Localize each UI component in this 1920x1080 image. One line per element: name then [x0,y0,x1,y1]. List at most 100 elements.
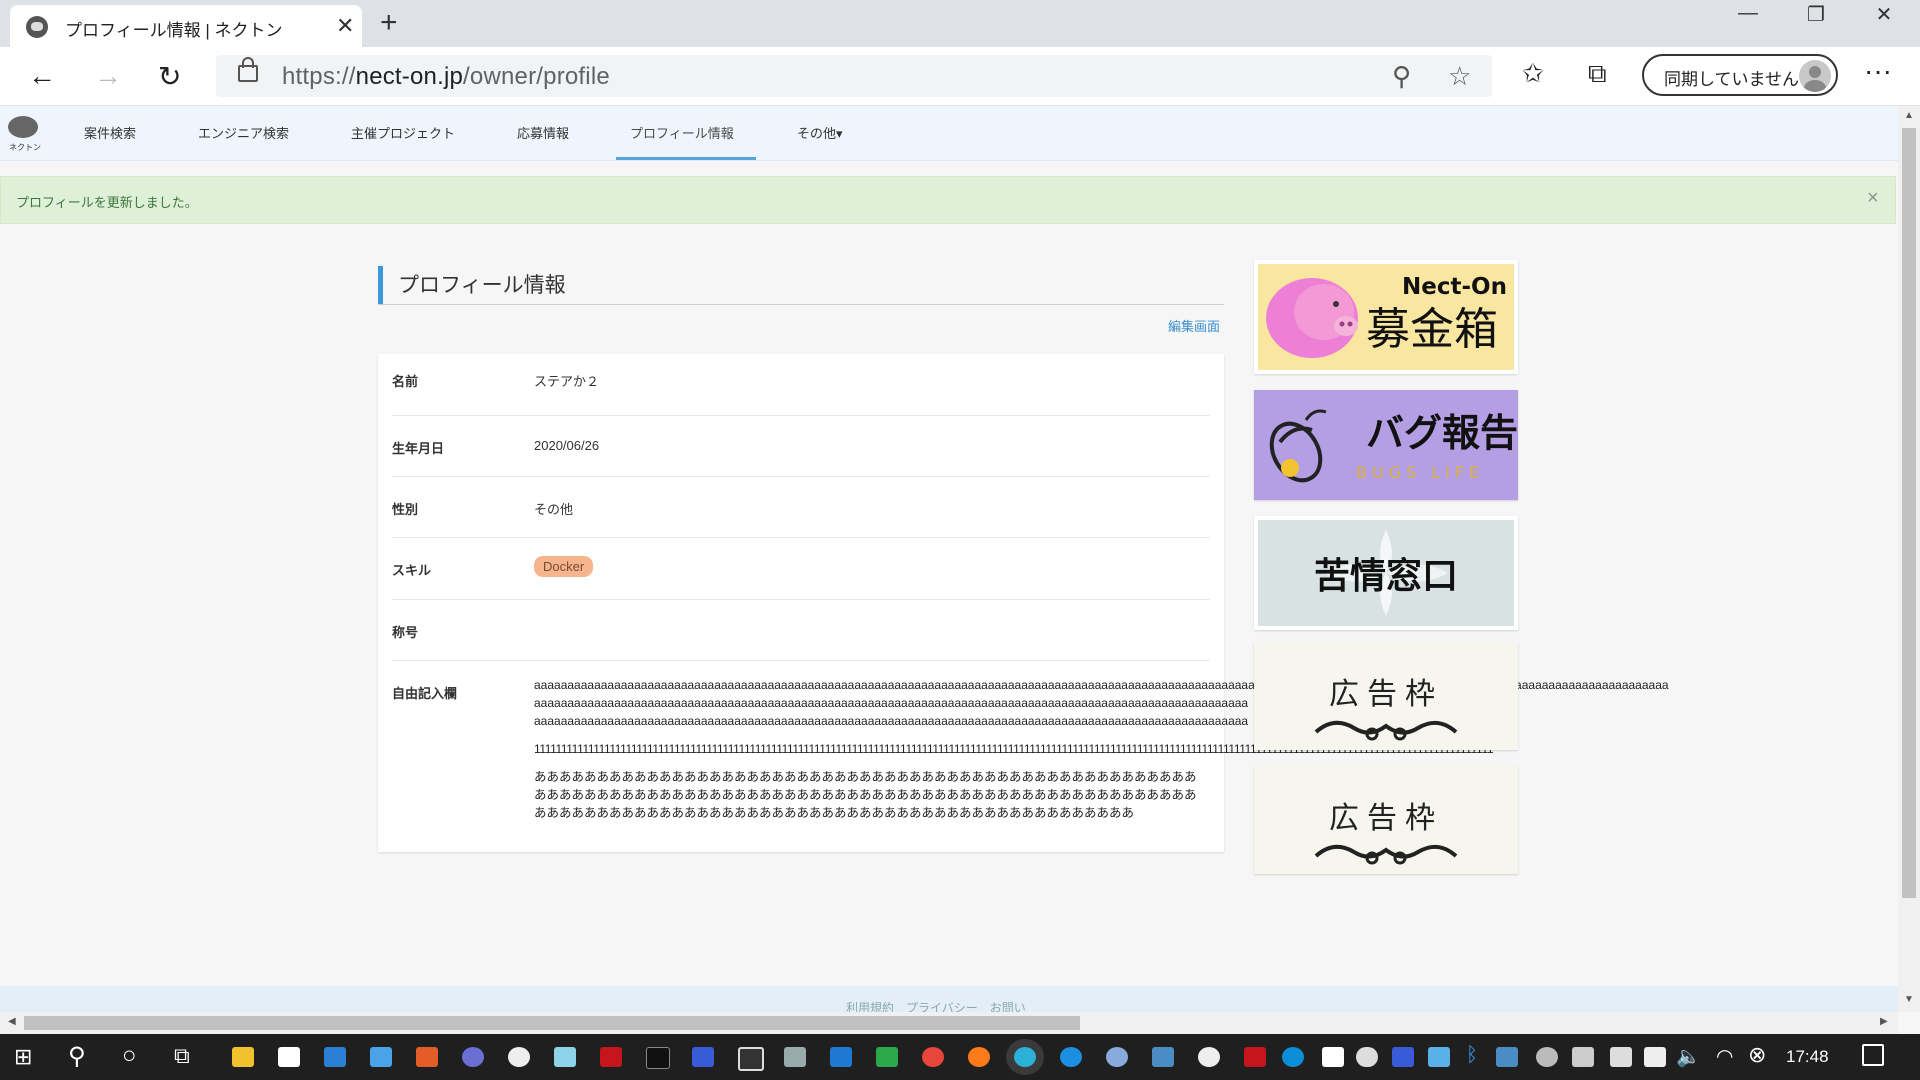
bug-banner-art: バグ報告 BUGS LIFE [1254,390,1518,500]
alert-message: プロフィールを更新しました。 [16,195,198,210]
profile-row-gender: 性別 その他 [392,476,1210,538]
notification-center-icon[interactable] [1862,1044,1884,1066]
zoom-icon[interactable]: ⚲ [1392,61,1411,92]
profile-row-skills: スキル Docker [392,537,1210,600]
nav-item-applications[interactable]: 応募情報 [517,123,569,142]
site-logo[interactable] [8,116,38,138]
site-navbar: ネクトン 案件検索 エンジニア検索 主催プロジェクト 応募情報 プロフィール情報… [0,106,1898,161]
nav-item-profile[interactable]: プロフィール情報 [630,123,734,142]
row-label: 生年月日 [392,441,445,456]
bluetooth-icon: ᛒ [1466,1044,1478,1066]
free-text-line: ああああああああああああああああああああああああああああああああああああああああ… [534,806,1135,820]
alert-close-icon[interactable]: × [1867,187,1879,210]
itunes-icon[interactable] [1198,1047,1220,1067]
ad-label: 広告枠 [1329,677,1443,712]
store-icon[interactable] [278,1047,300,1067]
app-icon[interactable] [600,1047,622,1067]
favorite-star-icon[interactable]: ☆ [1448,61,1471,92]
app-icon[interactable] [1244,1047,1266,1067]
more-menu-icon[interactable]: ··· [1864,55,1892,87]
profile-sync-button[interactable]: 同期していません [1642,54,1838,96]
windows-start-icon[interactable]: ⊞ [14,1044,32,1070]
skype-icon[interactable] [1282,1047,1304,1067]
site-logo-text: ネクトン [9,143,41,152]
scroll-left-icon[interactable]: ◀ [8,1016,16,1027]
nav-item-hosted[interactable]: 主催プロジェクト [351,123,455,142]
chrome-icon[interactable] [922,1047,944,1067]
terminal-icon[interactable] [646,1047,670,1069]
page-viewport: ネクトン 案件検索 エンジニア検索 主催プロジェクト 応募情報 プロフィール情報… [0,106,1898,1012]
free-text-line: ああああああああああああああああああああああああああああああああああああああああ… [534,788,1197,802]
close-circle-icon[interactable]: ⊗ [1748,1042,1766,1068]
nav-item-projects[interactable]: 案件検索 [84,123,136,142]
new-tab-icon[interactable]: + [380,6,398,40]
vertical-scroll-thumb[interactable] [1902,128,1916,898]
url-text[interactable]: https://nect-on.jp/owner/profile [282,63,610,91]
minimize-icon[interactable]: — [1728,2,1768,25]
battery-icon [1644,1047,1666,1067]
volume-icon[interactable]: 🔈 [1676,1044,1701,1069]
skill-badge: Docker [534,556,594,577]
task-view-icon[interactable]: ⧉ [174,1043,190,1069]
vertical-scrollbar[interactable]: ▲ ▼ [1898,106,1920,1012]
footer: 利用規約 プライバシー お問い [0,986,1898,1012]
cortana-icon[interactable]: ○ [122,1042,137,1070]
scroll-down-icon[interactable]: ▼ [1904,994,1914,1005]
app-icon[interactable] [416,1047,438,1067]
address-bar[interactable]: https://nect-on.jp/owner/profile ⚲ ☆ [216,55,1492,97]
edge-icon[interactable] [1014,1047,1036,1067]
tab-close-icon[interactable]: ✕ [336,13,354,39]
edit-link[interactable]: 編集画面 [1168,316,1220,335]
search-icon[interactable]: ⚲ [68,1042,86,1071]
app-icon[interactable] [876,1047,898,1067]
app-icon[interactable] [554,1047,576,1067]
nav-active-indicator [616,157,756,160]
horizontal-scroll-thumb[interactable] [24,1016,1080,1030]
profile-row-name: 名前 ステアか２ [392,354,1210,416]
restore-icon[interactable]: ❐ [1796,2,1836,27]
profile-row-birthday: 生年月日 2020/06/26 [392,415,1210,477]
app-icon[interactable] [462,1047,484,1067]
collections-icon[interactable]: ⧉ [1588,58,1607,90]
complaint-banner[interactable]: 苦情窓口 [1254,516,1518,630]
app-icon[interactable] [1152,1047,1174,1067]
app-icon[interactable] [508,1047,530,1067]
refresh-icon[interactable]: ↻ [158,60,181,93]
tray-icon [1392,1047,1414,1067]
ad-slot-1[interactable]: 広告枠 [1254,642,1518,750]
forward-icon[interactable]: → [94,60,122,92]
footer-links[interactable]: 利用規約 プライバシー お問い [846,999,1026,1012]
bug-report-banner[interactable]: バグ報告 BUGS LIFE [1254,390,1518,500]
app-icon[interactable] [738,1047,764,1071]
tray-icon [1496,1047,1518,1067]
horizontal-scrollbar[interactable]: ◀ ▶ [0,1012,1898,1034]
sync-label: 同期していません [1664,70,1799,89]
favorites-list-icon[interactable]: ✩ [1522,58,1544,89]
complaint-banner-art: 苦情窓口 [1258,520,1514,626]
donation-banner[interactable]: Nect-On 募金箱 [1254,260,1518,374]
app-icon[interactable] [370,1047,392,1067]
windows-taskbar: ⊞ ⚲ ○ ⧉ ᛒ 🔈 ◠ ⊗ 17:48 [0,1034,1920,1080]
wifi-icon[interactable]: ◠ [1716,1044,1733,1069]
nav-item-other-dropdown[interactable]: その他▾ [797,123,843,142]
app-icon[interactable] [324,1047,346,1067]
window-close-icon[interactable]: ✕ [1864,2,1904,27]
scroll-right-icon[interactable]: ▶ [1880,1016,1888,1027]
nav-item-engineers[interactable]: エンジニア検索 [198,123,289,142]
back-icon[interactable]: ← [28,60,56,92]
taskbar-clock[interactable]: 17:48 [1786,1047,1829,1067]
scroll-up-icon[interactable]: ▲ [1904,110,1914,121]
donation-banner-art: Nect-On 募金箱 [1258,264,1514,370]
app-icon[interactable] [784,1047,806,1067]
browser-tab[interactable]: プロフィール情報 | ネクトン ✕ [10,5,362,47]
row-value: ステアか２ [534,374,600,389]
firefox-icon[interactable] [968,1047,990,1067]
app-icon[interactable] [1106,1047,1128,1067]
file-explorer-icon[interactable] [232,1047,254,1067]
row-label: 自由記入欄 [392,686,458,701]
ad-slot-2[interactable]: 広告枠 [1254,766,1518,874]
app-icon[interactable] [692,1047,714,1067]
donation-label: 募金箱 [1366,304,1498,355]
mail-icon[interactable] [830,1047,852,1067]
ie-icon[interactable] [1060,1047,1082,1067]
